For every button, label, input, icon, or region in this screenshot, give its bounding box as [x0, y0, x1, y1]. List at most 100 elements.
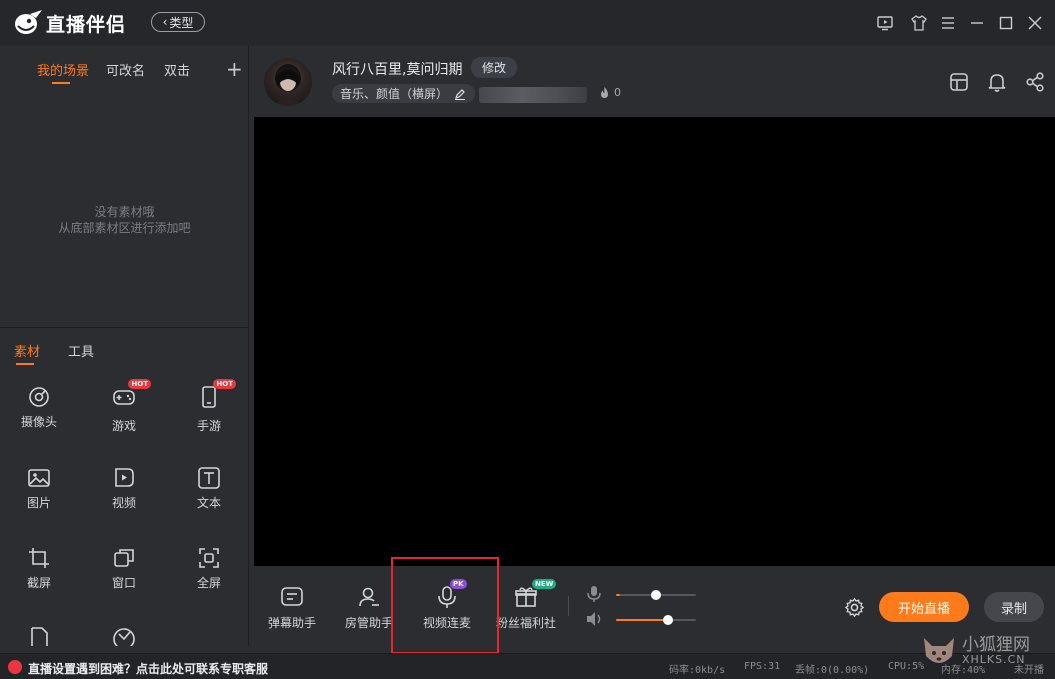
empty-line-1: 没有素材哦 [94, 205, 155, 219]
sidebar: 我的场景 可改名 双击 + 没有素材哦 从底部素材区进行添加吧 素材 工具 摄像… [0, 46, 249, 646]
fullscreen-icon [199, 548, 219, 568]
category-label: 音乐、颜值（横屏） [340, 87, 449, 101]
tool-camera[interactable]: 摄像头 [9, 384, 69, 444]
dropped-frames-stat: 丢帧:0(0.00%) [795, 665, 870, 676]
tab-rename[interactable]: 可改名 [106, 60, 145, 79]
scene-tab-indicator [52, 82, 70, 84]
watermark: 小狐狸网 XHLKS.CN [918, 628, 1055, 676]
chevron-left-icon: ‹ [162, 15, 168, 29]
tool-text[interactable]: 文本 [179, 465, 239, 525]
toolbar-label: 粉丝福利社 [496, 616, 557, 630]
tool-image[interactable]: 图片 [9, 465, 69, 525]
hot-badge: HOT [128, 379, 151, 389]
logo-icon [15, 10, 42, 34]
share-icon[interactable] [1024, 71, 1046, 93]
tool-window[interactable]: 窗口 [94, 545, 154, 605]
mic-volume-knob[interactable] [651, 590, 661, 600]
image-icon [28, 469, 50, 487]
file-icon[interactable] [26, 626, 52, 646]
speaker-icon[interactable] [585, 611, 603, 627]
toolbar-label: 房管助手 [344, 616, 393, 630]
new-badge: NEW [532, 579, 557, 589]
avatar-portrait [274, 64, 302, 106]
tool-label: 文本 [196, 496, 221, 510]
add-scene-button[interactable]: + [226, 57, 243, 81]
stream-preview[interactable] [254, 117, 1055, 566]
menu-icon[interactable] [938, 13, 958, 33]
tab-materials[interactable]: 素材 [14, 341, 40, 360]
video-icon [115, 468, 134, 487]
skin-shirt-icon[interactable] [909, 13, 929, 33]
maximize-icon[interactable] [996, 13, 1016, 33]
tool-label: 视频 [111, 496, 136, 510]
heat-value: 0 [614, 86, 621, 99]
settings-gear-icon[interactable] [844, 597, 865, 618]
fan-welfare-button[interactable]: 粉丝福利社 [496, 584, 556, 631]
mic-volume-slider[interactable] [616, 590, 696, 600]
browser-icon[interactable] [111, 626, 137, 646]
app-title: 直播伴侣 [46, 14, 127, 36]
tool-label: 游戏 [111, 419, 136, 433]
screen-play-icon[interactable] [875, 13, 895, 33]
pencil-icon [455, 88, 466, 100]
tool-label: 全屏 [196, 576, 221, 590]
danmaku-assistant-button[interactable]: 弹幕助手 [262, 584, 322, 631]
popularity-count: 0 [599, 86, 621, 99]
app-window: 直播伴侣 ‹ 类型 我的场景 可改名 双击 + 没有素材哦 从底部素材区进行添加… [0, 0, 1055, 679]
tab-my-scenes[interactable]: 我的场景 [37, 60, 89, 79]
tool-label: 手游 [196, 419, 221, 433]
speaker-alert-icon [8, 660, 22, 674]
help-link[interactable]: 直播设置遇到困难？点击此处可联系专职客服 [28, 660, 268, 677]
blurred-room-id [479, 87, 587, 103]
bitrate-stat: 码率:0kb/s [669, 665, 726, 676]
microphone-icon[interactable] [586, 585, 602, 603]
bell-icon[interactable] [986, 71, 1008, 93]
watermark-text: 小狐狸网 [962, 635, 1030, 655]
room-title: 风行八百里,莫问归期 [332, 62, 463, 78]
material-tabs: 素材 工具 [0, 328, 249, 368]
type-button-label: 类型 [169, 15, 194, 30]
fox-logo-icon [924, 638, 954, 663]
edit-title-button[interactable]: 修改 [471, 57, 517, 78]
flame-icon [601, 87, 608, 98]
speaker-volume-slider[interactable] [616, 615, 696, 625]
empty-scene-message: 没有素材哦 从底部素材区进行添加吧 [0, 204, 249, 236]
toolbar-label: 弹幕助手 [267, 616, 316, 630]
text-icon [198, 467, 220, 489]
window-icon [114, 549, 134, 567]
start-live-button[interactable]: 开始直播 [879, 592, 969, 622]
category-selector[interactable]: 音乐、颜值（横屏） [332, 84, 475, 103]
tool-label: 图片 [26, 496, 51, 510]
crop-icon [29, 548, 49, 568]
room-header: 风行八百里,莫问归期 修改 音乐、颜值（横屏） 0 [250, 46, 1055, 117]
record-button[interactable]: 录制 [984, 592, 1044, 622]
tool-label: 截屏 [26, 576, 51, 590]
tool-label: 窗口 [111, 576, 136, 590]
tab-double-click[interactable]: 双击 [164, 60, 190, 79]
hot-badge: HOT [213, 379, 236, 389]
tool-screenshot[interactable]: 截屏 [9, 545, 69, 605]
title-bar: 直播伴侣 ‹ 类型 [0, 0, 1055, 46]
room-manager-icon [359, 587, 379, 607]
danmaku-icon [281, 587, 303, 606]
speaker-volume-knob[interactable] [663, 615, 673, 625]
tool-fullscreen[interactable]: 全屏 [179, 545, 239, 605]
highlight-box [391, 557, 499, 654]
camera-icon [29, 387, 49, 407]
fps-stat: FPS:31 [744, 661, 781, 672]
tool-mobile-game[interactable]: HOT 手游 [179, 379, 239, 444]
type-button[interactable]: ‹ 类型 [151, 12, 205, 32]
layout-icon[interactable] [948, 71, 970, 93]
tab-tools[interactable]: 工具 [68, 341, 94, 360]
minimize-icon[interactable] [967, 13, 987, 33]
avatar[interactable] [264, 58, 312, 106]
status-bar: 直播设置遇到困难？点击此处可联系专职客服 码率:0kb/s FPS:31 丢帧:… [0, 653, 1055, 679]
material-tab-indicator [16, 363, 34, 365]
tool-video[interactable]: 视频 [94, 465, 154, 525]
room-manager-button[interactable]: 房管助手 [339, 584, 399, 631]
toolbar-divider [568, 596, 569, 616]
empty-line-2: 从底部素材区进行添加吧 [58, 221, 191, 235]
close-icon[interactable] [1025, 13, 1045, 33]
mic-volume-fill [616, 594, 620, 596]
tool-game[interactable]: HOT 游戏 [94, 379, 154, 444]
